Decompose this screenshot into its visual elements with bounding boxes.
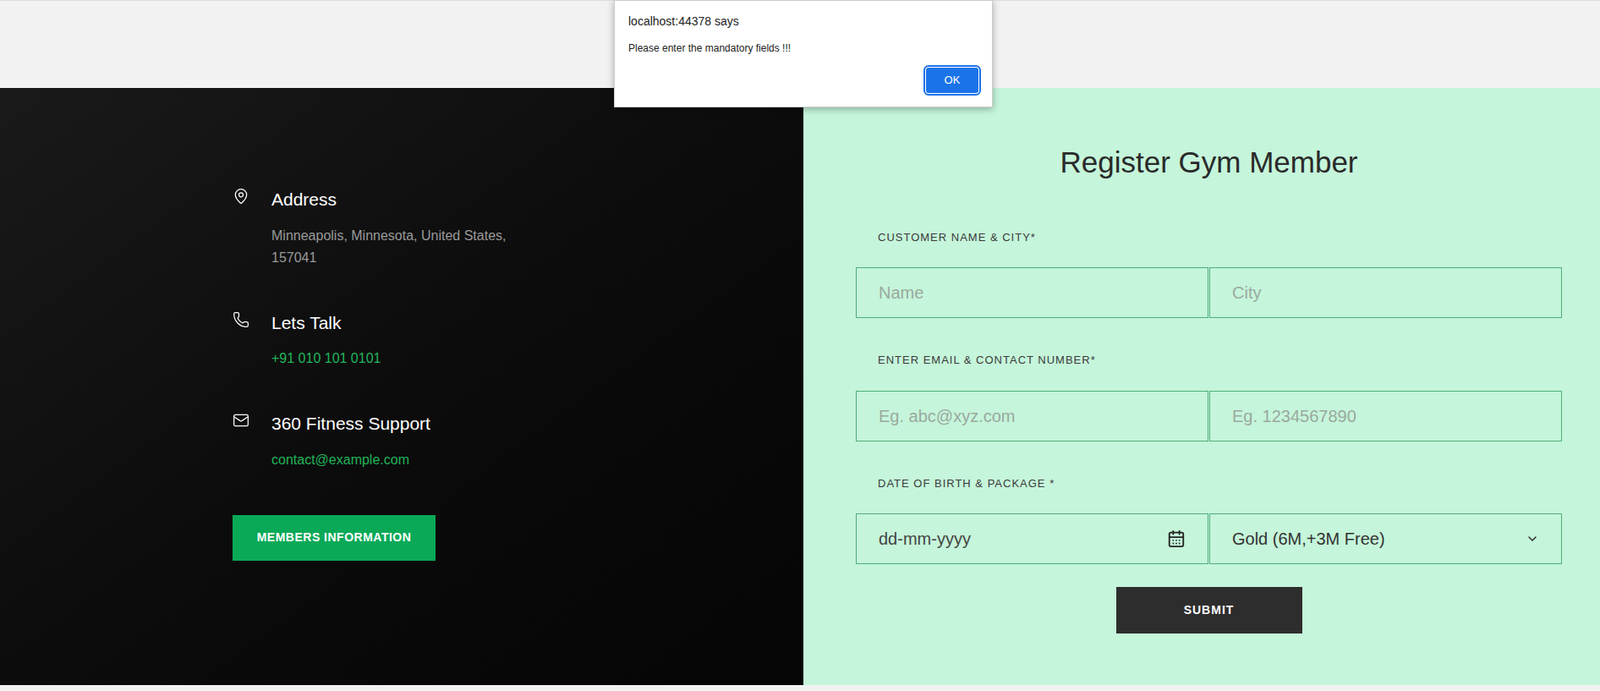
phone-icon xyxy=(232,311,250,329)
contact-detail[interactable]: +91 010 101 0101 xyxy=(271,347,381,370)
text-input[interactable] xyxy=(1209,267,1562,318)
contact-item: 360 Fitness Support contact@example.com xyxy=(232,410,804,472)
package-select[interactable]: Gold (6M,+3M Free) xyxy=(1209,513,1562,565)
contact-detail[interactable]: contact@example.com xyxy=(271,449,431,472)
date-input[interactable]: dd-mm-yyyy xyxy=(855,513,1209,565)
contact-item: Address Minneapolis, Minnesota, United St… xyxy=(232,186,804,269)
alert-origin: localhost:44378 says xyxy=(628,12,979,31)
field-label: DATE OF BIRTH & PACKAGE * xyxy=(855,475,1562,493)
alert-message: Please enter the mandatory fields !!! xyxy=(628,40,979,56)
map-pin-icon xyxy=(232,187,250,205)
page: Address Minneapolis, Minnesota, United St… xyxy=(0,0,1600,691)
field-label: CUSTOMER NAME & CITY* xyxy=(855,229,1562,247)
form-row: ENTER EMAIL & CONTACT NUMBER* xyxy=(855,351,1562,442)
register-panel: Register Gym Member CUSTOMER NAME & CITY*… xyxy=(803,87,1600,685)
contact-section: Address Minneapolis, Minnesota, United St… xyxy=(0,87,1600,685)
form-row: DATE OF BIRTH & PACKAGE * dd-mm-yyyyGold … xyxy=(855,475,1562,565)
text-input[interactable] xyxy=(855,267,1209,318)
contact-title: 360 Fitness Support xyxy=(271,410,431,438)
contact-title: Address xyxy=(271,186,551,214)
chevron-down-icon[interactable] xyxy=(1525,531,1540,546)
contact-detail: Minneapolis, Minnesota, United States, 1… xyxy=(271,224,551,269)
ok-button[interactable]: OK xyxy=(926,67,979,94)
form-row: CUSTOMER NAME & CITY* xyxy=(855,229,1562,319)
contact-title: Lets Talk xyxy=(271,309,381,337)
members-button[interactable]: MEMBERS INFORMATION xyxy=(232,515,436,561)
text-input[interactable] xyxy=(855,390,1209,442)
mail-icon xyxy=(232,411,250,429)
form-title: Register Gym Member xyxy=(855,140,1562,186)
info-panel: Address Minneapolis, Minnesota, United St… xyxy=(0,87,804,685)
alert-dialog: localhost:44378 says Please enter the man… xyxy=(613,0,993,108)
field-label: ENTER EMAIL & CONTACT NUMBER* xyxy=(855,351,1562,369)
contact-item: Lets Talk +91 010 101 0101 xyxy=(232,309,804,371)
calendar-icon[interactable] xyxy=(1167,529,1186,548)
text-input[interactable] xyxy=(1209,390,1562,442)
submit-button[interactable]: SUBMIT xyxy=(1116,586,1303,634)
